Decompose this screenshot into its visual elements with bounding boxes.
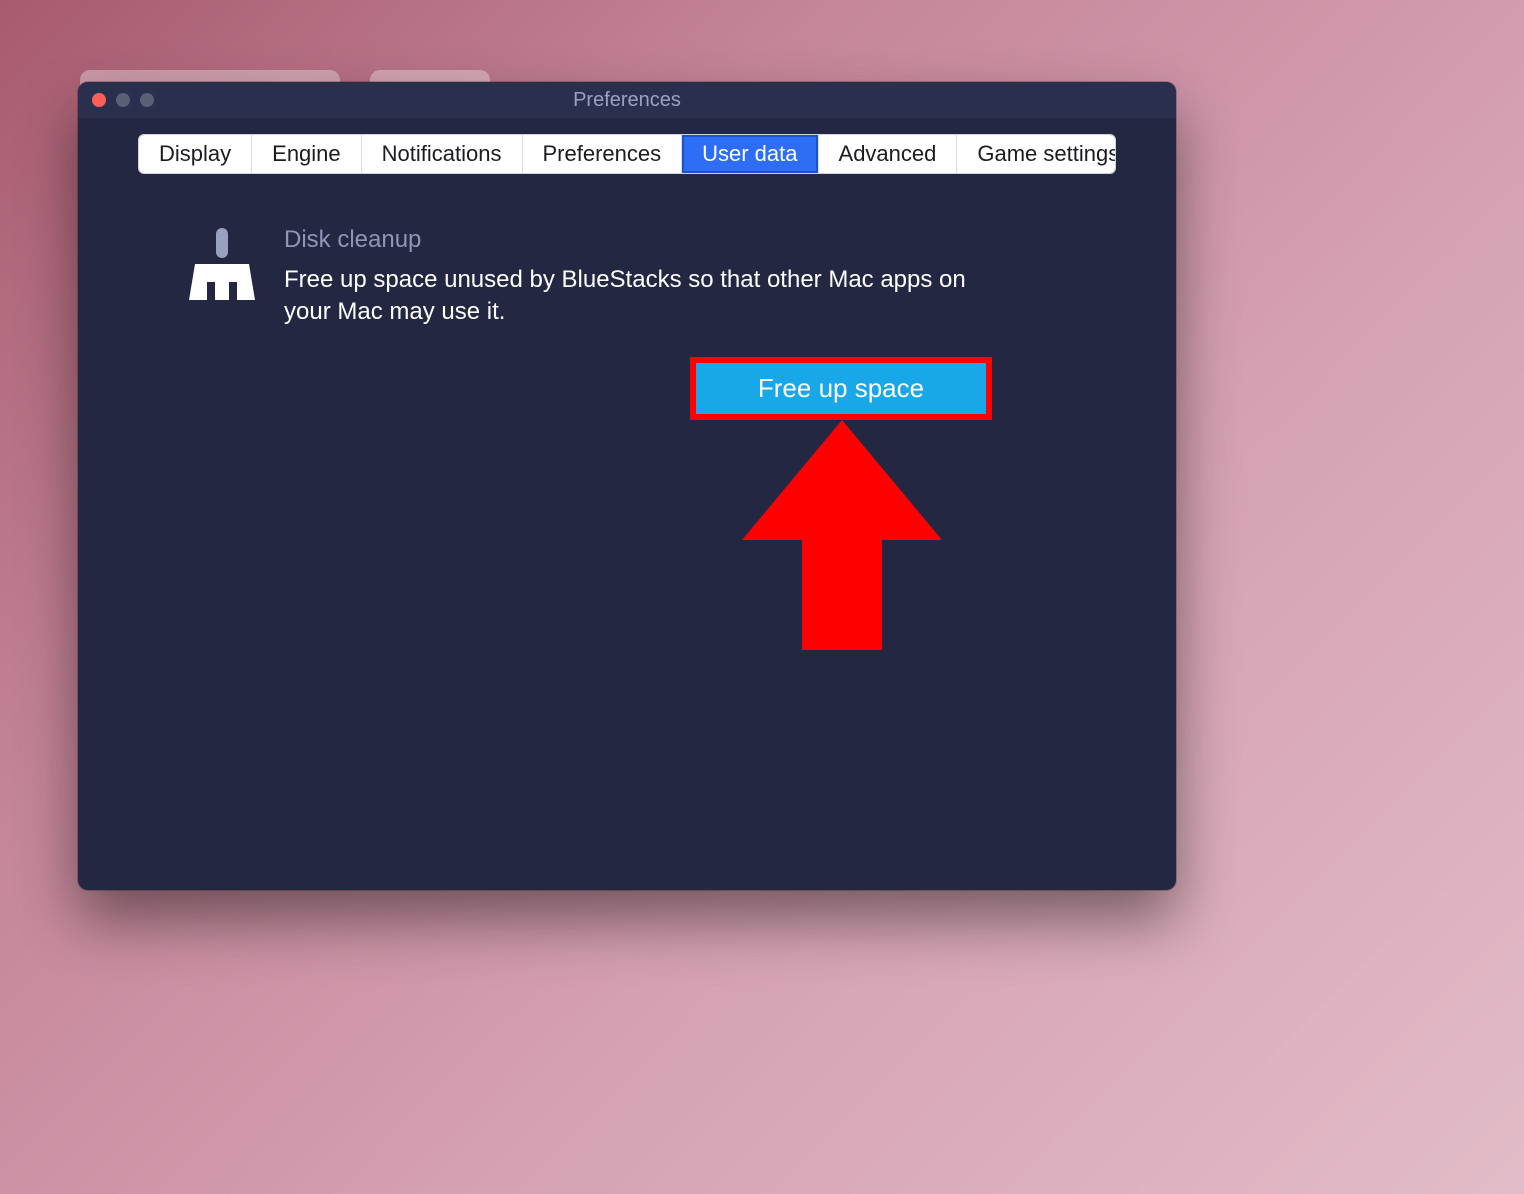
tabs: Display Engine Notifications Preferences…	[138, 134, 1116, 174]
cleanup-icon	[188, 226, 256, 304]
tab-game-settings[interactable]: Game settings	[957, 135, 1116, 173]
tab-advanced[interactable]: Advanced	[819, 135, 958, 173]
free-up-space-button[interactable]: Free up space	[696, 363, 986, 414]
tabs-container: Display Engine Notifications Preferences…	[78, 118, 1176, 174]
tab-user-data[interactable]: User data	[682, 135, 818, 173]
preferences-window: Preferences Display Engine Notifications…	[78, 82, 1176, 890]
tab-notifications[interactable]: Notifications	[362, 135, 523, 173]
maximize-window-button[interactable]	[140, 93, 154, 107]
tab-display[interactable]: Display	[139, 135, 252, 173]
tab-engine[interactable]: Engine	[252, 135, 362, 173]
action-row: Free up space	[188, 357, 1112, 420]
section-title: Disk cleanup	[284, 226, 1004, 254]
annotation-arrow-up-icon	[742, 420, 942, 670]
window-title: Preferences	[78, 89, 1176, 112]
window-controls	[92, 93, 154, 107]
disk-cleanup-text: Disk cleanup Free up space unused by Blu…	[284, 226, 1004, 329]
close-window-button[interactable]	[92, 93, 106, 107]
minimize-window-button[interactable]	[116, 93, 130, 107]
content-area: Disk cleanup Free up space unused by Blu…	[78, 174, 1176, 670]
disk-cleanup-row: Disk cleanup Free up space unused by Blu…	[188, 226, 1112, 329]
tab-preferences[interactable]: Preferences	[523, 135, 683, 173]
section-description: Free up space unused by BlueStacks so th…	[284, 264, 1004, 329]
titlebar: Preferences	[78, 82, 1176, 118]
annotation-arrow-wrap	[188, 420, 1112, 670]
annotation-highlight-box: Free up space	[690, 357, 992, 420]
